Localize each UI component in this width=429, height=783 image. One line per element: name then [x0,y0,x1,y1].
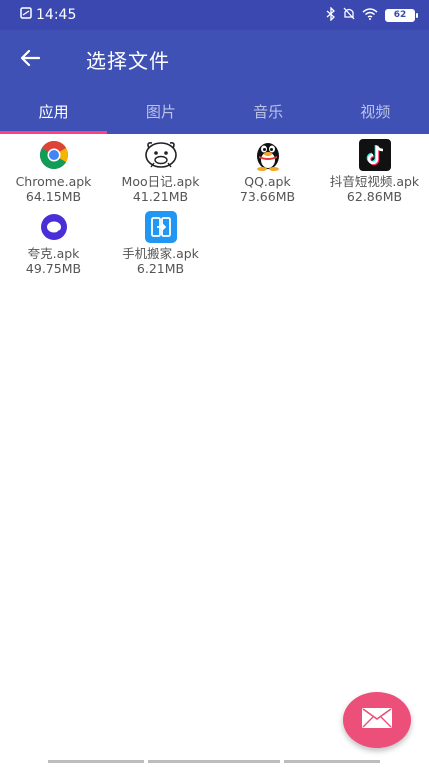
mute-icon [343,7,355,23]
file-name: 抖音短视频.apk [329,174,420,189]
file-size: 73.66MB [239,189,296,204]
tab-videos[interactable]: 视频 [322,88,429,134]
nav-hint-right [284,760,380,763]
status-left: 14:45 [20,7,76,23]
file-size: 62.86MB [346,189,403,204]
notification-icon [20,7,32,23]
status-bar: 14:45 62 [0,0,429,30]
file-item-phone-clone[interactable]: 手机搬家.apk 6.21MB [107,210,214,278]
file-grid: Chrome.apk 64.15MB Moo日记.apk 41.21MB QQ.… [0,138,429,278]
page-title: 选择文件 [86,48,170,73]
file-name: QQ.apk [244,174,291,189]
tab-images[interactable]: 图片 [107,88,214,134]
phone-clone-icon [144,210,178,244]
qq-penguin-icon [251,138,285,172]
file-name: Chrome.apk [15,174,92,189]
status-right: 62 [326,5,418,24]
back-button[interactable] [0,30,60,88]
nav-hint-left [48,760,144,763]
app-bar: 选择文件 [0,30,429,88]
file-item-moo-diary[interactable]: Moo日记.apk 41.21MB [107,138,214,206]
chrome-icon [37,138,71,172]
file-name: 夸克.apk [27,246,80,261]
mail-icon [361,707,393,733]
status-time: 14:45 [36,7,77,23]
quark-icon [37,210,71,244]
wifi-icon [362,7,378,23]
tab-apps[interactable]: 应用 [0,88,108,134]
screen: 14:45 62 选择文件 应用 图片 音乐 视频 Chrome.apk 64.… [0,0,429,783]
file-size: 49.75MB [25,261,82,276]
arrow-left-icon [20,45,41,73]
battery-icon: 62 [385,8,418,22]
file-item-chrome[interactable]: Chrome.apk 64.15MB [0,138,107,206]
file-item-douyin[interactable]: 抖音短视频.apk 62.86MB [321,138,428,206]
tiktok-icon [358,138,392,172]
file-name: Moo日记.apk [121,174,200,189]
file-item-quark[interactable]: 夸克.apk 49.75MB [0,210,107,278]
nav-hint-center [148,760,280,763]
moo-diary-icon [144,138,178,172]
bluetooth-icon [326,5,336,24]
file-size: 64.15MB [25,189,82,204]
tab-music[interactable]: 音乐 [215,88,322,134]
file-name: 手机搬家.apk [122,246,199,261]
file-item-qq[interactable]: QQ.apk 73.66MB [214,138,321,206]
tab-bar: 应用 图片 音乐 视频 [0,88,429,134]
file-size: 6.21MB [136,261,185,276]
send-mail-button[interactable] [343,692,411,748]
file-size: 41.21MB [132,189,189,204]
